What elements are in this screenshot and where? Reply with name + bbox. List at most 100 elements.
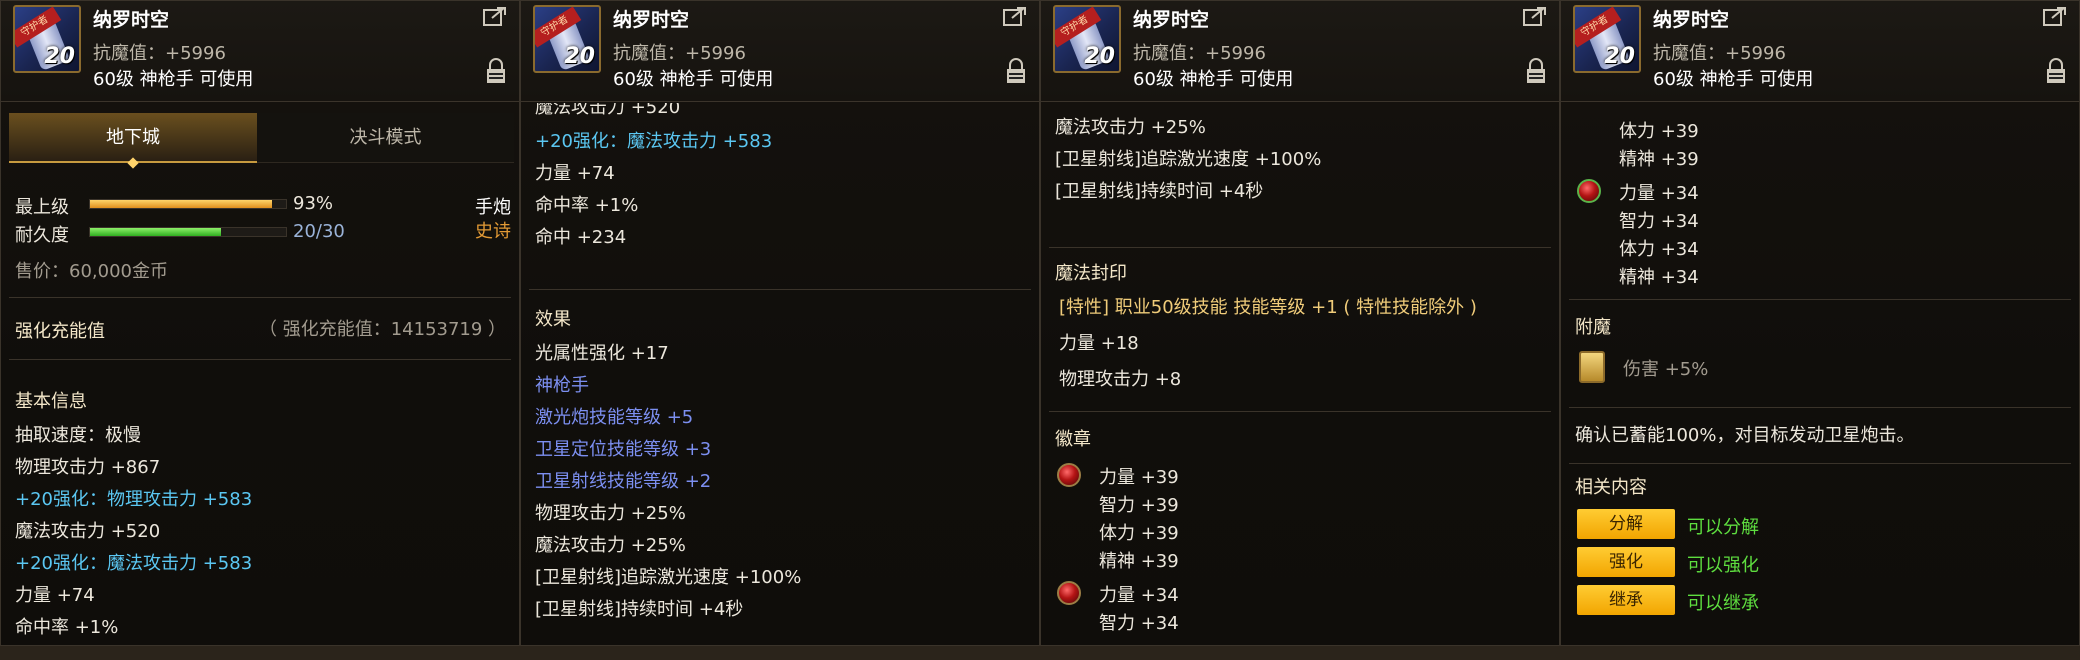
tooltip-panel-4: 守护者 20 纳罗时空 抗魔值：+5996 60级 神枪手 可使用 体力 +39… — [1560, 0, 2080, 646]
tab-duel[interactable]: 决斗模式 — [257, 113, 514, 163]
divider — [1569, 407, 2071, 408]
item-icon: 守护者 20 — [1053, 5, 1121, 73]
emblem-stat: 体力 +34 — [1619, 239, 1699, 260]
divider — [9, 359, 511, 360]
basic-info-heading: 基本信息 — [15, 391, 87, 412]
anti-magic-value: 抗魔值：+5996 — [613, 43, 746, 64]
lock-icon[interactable] — [1525, 57, 1547, 85]
item-header: 守护者 20 纳罗时空 抗魔值：+5996 60级 神枪手 可使用 — [521, 1, 1039, 102]
grade-label: 最上级 — [15, 197, 69, 218]
stat-line-enhance: +20强化：物理攻击力 +583 — [15, 489, 253, 510]
item-title: 纳罗时空 — [1653, 9, 1730, 31]
divider — [1569, 463, 2071, 464]
emblem-stat: 精神 +39 — [1099, 551, 1179, 572]
divider — [529, 289, 1031, 290]
effects-heading: 效果 — [535, 309, 571, 330]
tooltip-panel-1: 守护者 20 纳罗时空 抗魔值：+5996 60级 神枪手 可使用 地下城 决斗… — [0, 0, 520, 646]
emblem-stat: 智力 +34 — [1619, 211, 1699, 232]
share-icon[interactable] — [2043, 5, 2069, 27]
stat-line: 魔法攻击力 +520 — [15, 521, 161, 542]
item-description: 确认已蓄能100%，对目标发动卫星炮击。 — [1575, 425, 1915, 446]
disassemble-button[interactable]: 分解 — [1577, 509, 1675, 539]
emblem-stat: 体力 +39 — [1619, 121, 1699, 142]
anti-magic-value: 抗魔值：+5996 — [93, 43, 226, 64]
emblem-stat: 智力 +39 — [1099, 495, 1179, 516]
item-icon: 守护者 20 — [13, 5, 81, 73]
lock-icon[interactable] — [485, 57, 507, 85]
charge-value: （ 强化充能值：14153719 ） — [259, 319, 507, 340]
emblem-stat: 精神 +39 — [1619, 149, 1699, 170]
emblem-stat: 体力 +39 — [1099, 523, 1179, 544]
enchant-heading: 附魔 — [1575, 317, 1611, 338]
seal-line: 力量 +18 — [1059, 333, 1139, 354]
enchant-card-icon — [1579, 351, 1605, 383]
item-requirement: 60级 神枪手 可使用 — [1653, 69, 1814, 90]
stat-line: 抽取速度：极慢 — [15, 425, 141, 446]
effect-line: [卫星射线]持续时间 +4秒 — [1055, 181, 1264, 202]
item-header: 守护者 20 纳罗时空 抗魔值：+5996 60级 神枪手 可使用 — [1041, 1, 1559, 102]
stat-line: 力量 +74 — [535, 163, 615, 184]
inherit-button[interactable]: 继承 — [1577, 585, 1675, 615]
effect-line: [卫星射线]追踪激光速度 +100% — [1055, 149, 1322, 170]
divider — [9, 297, 511, 298]
effect-line: 魔法攻击力 +25% — [535, 535, 686, 556]
grade-value: 93% — [293, 193, 334, 214]
stat-line: 命中率 +1% — [15, 617, 119, 638]
lock-icon[interactable] — [2045, 57, 2067, 85]
stat-line-enhance: +20强化：魔法攻击力 +583 — [535, 131, 773, 152]
effect-line: 物理攻击力 +25% — [535, 503, 686, 524]
item-title: 纳罗时空 — [613, 9, 690, 31]
charge-label: 强化充能值 — [15, 321, 105, 342]
item-title: 纳罗时空 — [1133, 9, 1210, 31]
enchant-value: 伤害 +5% — [1623, 359, 1709, 380]
gem-icon — [1057, 581, 1081, 605]
tooltip-panel-3: 守护者 20 纳罗时空 抗魔值：+5996 60级 神枪手 可使用 魔法攻击力 … — [1040, 0, 1560, 646]
emblem-stat: 精神 +34 — [1619, 267, 1699, 288]
seal-trait: [特性] 职业50级技能 技能等级 +1 ( 特性技能除外 ) — [1059, 297, 1477, 318]
item-requirement: 60级 神枪手 可使用 — [93, 69, 254, 90]
effect-line-skill: 卫星定位技能等级 +3 — [535, 439, 712, 460]
emblem-stat: 力量 +39 — [1099, 467, 1179, 488]
item-icon: 守护者 20 — [533, 5, 601, 73]
tooltip-panel-2: 守护者 20 纳罗时空 抗魔值：+5996 60级 神枪手 可使用 魔法攻击力 … — [520, 0, 1040, 646]
stat-line: 物理攻击力 +867 — [15, 457, 161, 478]
effect-line-skill: 激光炮技能等级 +5 — [535, 407, 694, 428]
item-header: 守护者 20 纳罗时空 抗魔值：+5996 60级 神枪手 可使用 — [1, 1, 519, 102]
share-icon[interactable] — [1003, 5, 1029, 27]
share-icon[interactable] — [1523, 5, 1549, 27]
emblem-heading: 徽章 — [1055, 429, 1091, 450]
enhance-status: 可以强化 — [1687, 555, 1759, 576]
gem-icon — [1577, 179, 1601, 203]
weapon-type: 手炮 — [475, 197, 511, 218]
stat-line-enhance: +20强化：魔法攻击力 +583 — [15, 553, 253, 574]
effect-line: 魔法攻击力 +25% — [1055, 117, 1206, 138]
anti-magic-value: 抗魔值：+5996 — [1653, 43, 1786, 64]
effect-line: [卫星射线]持续时间 +4秒 — [535, 599, 744, 620]
emblem-stat: 力量 +34 — [1619, 183, 1699, 204]
enhance-button[interactable]: 强化 — [1577, 547, 1675, 577]
item-title: 纳罗时空 — [93, 9, 170, 31]
item-icon-level: 20 — [564, 44, 595, 69]
durability-label: 耐久度 — [15, 225, 69, 246]
magic-seal-heading: 魔法封印 — [1055, 263, 1127, 284]
item-requirement: 60级 神枪手 可使用 — [1133, 69, 1294, 90]
effect-line-class: 神枪手 — [535, 375, 589, 396]
item-icon-level: 20 — [1604, 44, 1635, 69]
seal-line: 物理攻击力 +8 — [1059, 369, 1182, 390]
stat-line: 命中 +234 — [535, 227, 627, 248]
background-strip — [0, 646, 2080, 660]
share-icon[interactable] — [483, 5, 509, 27]
rarity: 史诗 — [475, 221, 511, 242]
divider — [1049, 247, 1551, 248]
item-header: 守护者 20 纳罗时空 抗魔值：+5996 60级 神枪手 可使用 — [1561, 1, 2079, 102]
emblem-stat: 智力 +34 — [1099, 613, 1179, 634]
lock-icon[interactable] — [1005, 57, 1027, 85]
divider — [1569, 299, 2071, 300]
tab-dungeon[interactable]: 地下城 — [9, 113, 257, 169]
durability-value: 20/30 — [293, 221, 345, 242]
emblem-stat: 力量 +34 — [1099, 585, 1179, 606]
effect-line: [卫星射线]追踪激光速度 +100% — [535, 567, 802, 588]
effect-line: 光属性强化 +17 — [535, 343, 669, 364]
related-heading: 相关内容 — [1575, 477, 1647, 498]
item-icon-level: 20 — [1084, 44, 1115, 69]
